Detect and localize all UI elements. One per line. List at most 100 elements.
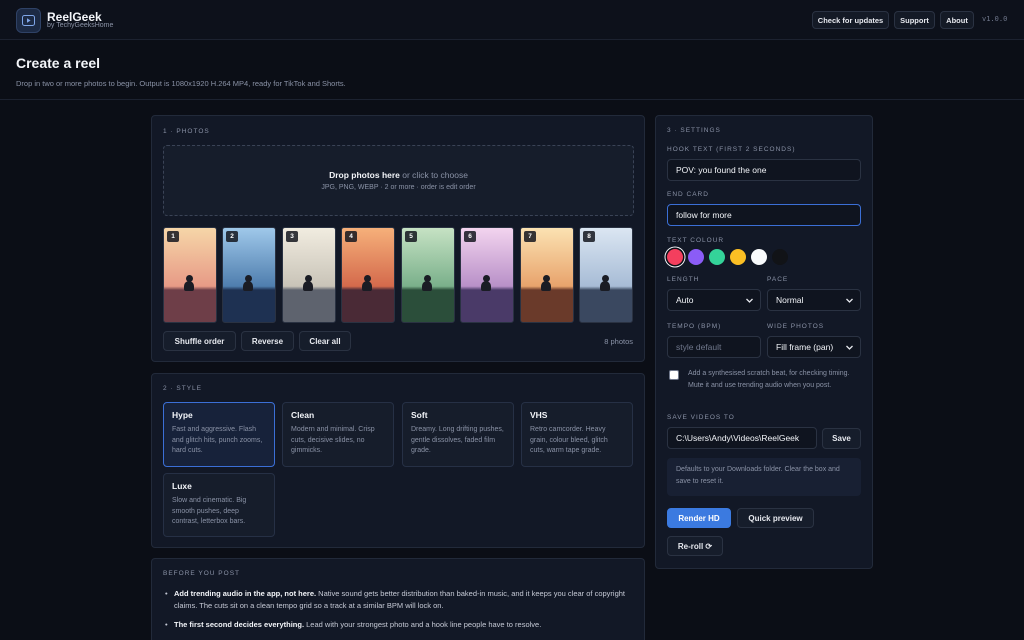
photo-thumbnail[interactable]: 2 bbox=[222, 227, 276, 323]
chevron-down-icon bbox=[846, 298, 853, 303]
render-hd-button[interactable]: Render HD bbox=[667, 508, 731, 528]
photo-order-badge: 5 bbox=[405, 231, 417, 242]
photo-order-badge: 8 bbox=[583, 231, 595, 242]
photo-thumbnail[interactable]: 3 bbox=[282, 227, 336, 323]
text-colour-label: TEXT COLOUR bbox=[667, 237, 725, 244]
photo-subject bbox=[184, 281, 194, 291]
hook-text-label: HOOK TEXT (FIRST 2 SECONDS) bbox=[667, 146, 796, 153]
scratch-beat-checkbox[interactable] bbox=[669, 370, 679, 380]
colour-swatch[interactable] bbox=[751, 249, 767, 265]
end-card-label: END CARD bbox=[667, 191, 709, 198]
app-subtitle: by TechyGeeksHome bbox=[47, 22, 114, 29]
dropzone-label: Drop photos here or click to choose bbox=[329, 170, 468, 180]
chevron-down-icon bbox=[846, 345, 853, 350]
photo-subject bbox=[600, 281, 610, 291]
tempo-input[interactable] bbox=[667, 336, 761, 358]
style-name: VHS bbox=[530, 410, 548, 420]
style-description: Slow and cinematic. Big smooth pushes, d… bbox=[172, 497, 247, 525]
tips-section-title: BEFORE YOU POST bbox=[163, 570, 241, 577]
version-label: v1.0.0 bbox=[982, 15, 1008, 23]
colour-swatch[interactable] bbox=[709, 249, 725, 265]
scratch-beat-label: Add a synthesised scratch beat, for chec… bbox=[688, 370, 850, 389]
length-value: Auto bbox=[676, 295, 694, 305]
photo-subject bbox=[243, 281, 253, 291]
save-path-input[interactable] bbox=[667, 427, 817, 449]
photo-thumbnail[interactable]: 7 bbox=[520, 227, 574, 323]
style-card-vhs[interactable]: VHS Retro camcorder. Heavy grain, colour… bbox=[521, 402, 633, 467]
photo-dropzone[interactable]: Drop photos here or click to choose JPG,… bbox=[163, 145, 634, 216]
wide-photos-value: Fill frame (pan) bbox=[776, 342, 834, 352]
tip-item: Add trending audio in the app, not here.… bbox=[163, 588, 625, 612]
photo-thumbnail[interactable]: 4 bbox=[341, 227, 395, 323]
settings-section-title: 3 · SETTINGS bbox=[667, 127, 721, 134]
app-logo-icon bbox=[16, 8, 41, 33]
style-card-clean[interactable]: Clean Modern and minimal. Crisp cuts, de… bbox=[282, 402, 394, 467]
clear-all-button[interactable]: Clear all bbox=[299, 331, 351, 351]
style-card-hype[interactable]: Hype Fast and aggressive. Flash and glit… bbox=[163, 402, 275, 467]
tips-list: Add trending audio in the app, not here.… bbox=[163, 588, 625, 631]
style-name: Clean bbox=[291, 410, 315, 420]
photo-thumbnail[interactable]: 1 bbox=[163, 227, 217, 323]
dropzone-hint: JPG, PNG, WEBP · 2 or more · order is ed… bbox=[321, 184, 476, 191]
page-description: Drop in two or more photos to begin. Out… bbox=[16, 79, 346, 88]
page-title: Create a reel bbox=[16, 55, 101, 71]
top-bar: ReelGeek by TechyGeeksHome Check for upd… bbox=[0, 0, 1024, 40]
photo-order-badge: 4 bbox=[345, 231, 357, 242]
photos-panel: 1 · PHOTOS Drop photos here or click to … bbox=[151, 115, 645, 362]
length-select[interactable]: Auto bbox=[667, 289, 761, 311]
quick-preview-button[interactable]: Quick preview bbox=[737, 508, 814, 528]
photo-order-badge: 7 bbox=[524, 231, 536, 242]
photo-order-badge: 1 bbox=[167, 231, 179, 242]
photo-count: 8 photos bbox=[604, 337, 633, 346]
page-header: Create a reel Drop in two or more photos… bbox=[0, 40, 1024, 100]
tip-item: The first second decides everything. Lea… bbox=[163, 619, 625, 631]
reroll-button[interactable]: Re-roll ⟳ bbox=[667, 536, 723, 556]
style-card-luxe[interactable]: Luxe Slow and cinematic. Big smooth push… bbox=[163, 473, 275, 537]
colour-swatch[interactable] bbox=[688, 249, 704, 265]
about-button[interactable]: About bbox=[940, 11, 974, 29]
save-path-button[interactable]: Save bbox=[822, 428, 861, 449]
style-panel: 2 · STYLE Hype Fast and aggressive. Flas… bbox=[151, 373, 645, 548]
style-section-title: 2 · STYLE bbox=[163, 385, 202, 392]
photo-subject bbox=[362, 281, 372, 291]
save-videos-label: SAVE VIDEOS TO bbox=[667, 414, 735, 421]
chevron-down-icon bbox=[746, 298, 753, 303]
photo-subject bbox=[481, 281, 491, 291]
tempo-label: TEMPO (BPM) bbox=[667, 323, 722, 330]
photo-thumbnail[interactable]: 6 bbox=[460, 227, 514, 323]
colour-swatch[interactable] bbox=[667, 249, 683, 265]
photo-order-badge: 6 bbox=[464, 231, 476, 242]
style-name: Luxe bbox=[172, 481, 192, 491]
save-info-box: Defaults to your Downloads folder. Clear… bbox=[667, 458, 861, 496]
style-description: Dreamy. Long drifting pushes, gentle dis… bbox=[411, 426, 504, 454]
photo-subject bbox=[422, 281, 432, 291]
reverse-button[interactable]: Reverse bbox=[241, 331, 294, 351]
style-name: Hype bbox=[172, 410, 193, 420]
style-description: Retro camcorder. Heavy grain, colour ble… bbox=[530, 426, 608, 454]
photo-subject bbox=[303, 281, 313, 291]
end-card-input[interactable] bbox=[667, 204, 861, 226]
style-description: Modern and minimal. Crisp cuts, decisive… bbox=[291, 426, 375, 454]
pace-value: Normal bbox=[776, 295, 804, 305]
wide-photos-select[interactable]: Fill frame (pan) bbox=[767, 336, 861, 358]
photos-section-title: 1 · PHOTOS bbox=[163, 128, 210, 135]
photo-thumbnail[interactable]: 8 bbox=[579, 227, 633, 323]
style-description: Fast and aggressive. Flash and glitch hi… bbox=[172, 426, 263, 454]
hook-text-input[interactable] bbox=[667, 159, 861, 181]
photo-subject bbox=[541, 281, 551, 291]
length-label: LENGTH bbox=[667, 276, 700, 283]
support-button[interactable]: Support bbox=[894, 11, 935, 29]
photo-order-badge: 2 bbox=[226, 231, 238, 242]
tips-panel: BEFORE YOU POST Add trending audio in th… bbox=[151, 558, 645, 640]
pace-select[interactable]: Normal bbox=[767, 289, 861, 311]
style-card-soft[interactable]: Soft Dreamy. Long drifting pushes, gentl… bbox=[402, 402, 514, 467]
wide-photos-label: WIDE PHOTOS bbox=[767, 323, 825, 330]
colour-swatch[interactable] bbox=[730, 249, 746, 265]
shuffle-order-button[interactable]: Shuffle order bbox=[163, 331, 236, 351]
check-updates-button[interactable]: Check for updates bbox=[812, 11, 889, 29]
photo-thumbnail[interactable]: 5 bbox=[401, 227, 455, 323]
pace-label: PACE bbox=[767, 276, 789, 283]
style-name: Soft bbox=[411, 410, 428, 420]
colour-swatch[interactable] bbox=[772, 249, 788, 265]
photo-order-badge: 3 bbox=[286, 231, 298, 242]
